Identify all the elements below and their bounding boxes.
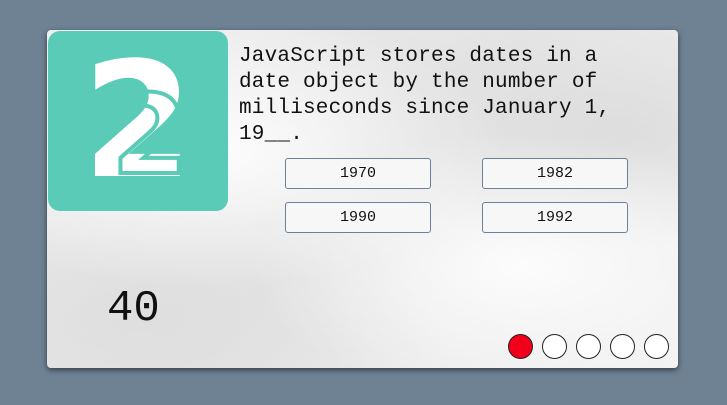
- progress-dot-2: [542, 334, 567, 359]
- question-number-outline: 2: [112, 71, 189, 191]
- question-number-graphic: 2 2: [82, 51, 193, 191]
- progress-dot-5: [644, 334, 669, 359]
- progress-dot-1: [508, 334, 533, 359]
- answer-button-1[interactable]: 1970: [285, 158, 431, 189]
- progress-dot-4: [610, 334, 635, 359]
- question-text: JavaScript stores dates in a date object…: [239, 45, 611, 146]
- answer-button-4[interactable]: 1992: [482, 202, 628, 233]
- quiz-card: 2 2 JavaScript stores dates in a date ob…: [47, 30, 678, 368]
- progress-dot-3: [576, 334, 601, 359]
- question-number-tile: 2 2: [48, 31, 228, 211]
- question-progress: [508, 334, 669, 359]
- countdown-timer: 40: [107, 284, 160, 334]
- answer-button-2[interactable]: 1982: [482, 158, 628, 189]
- answer-button-3[interactable]: 1990: [285, 202, 431, 233]
